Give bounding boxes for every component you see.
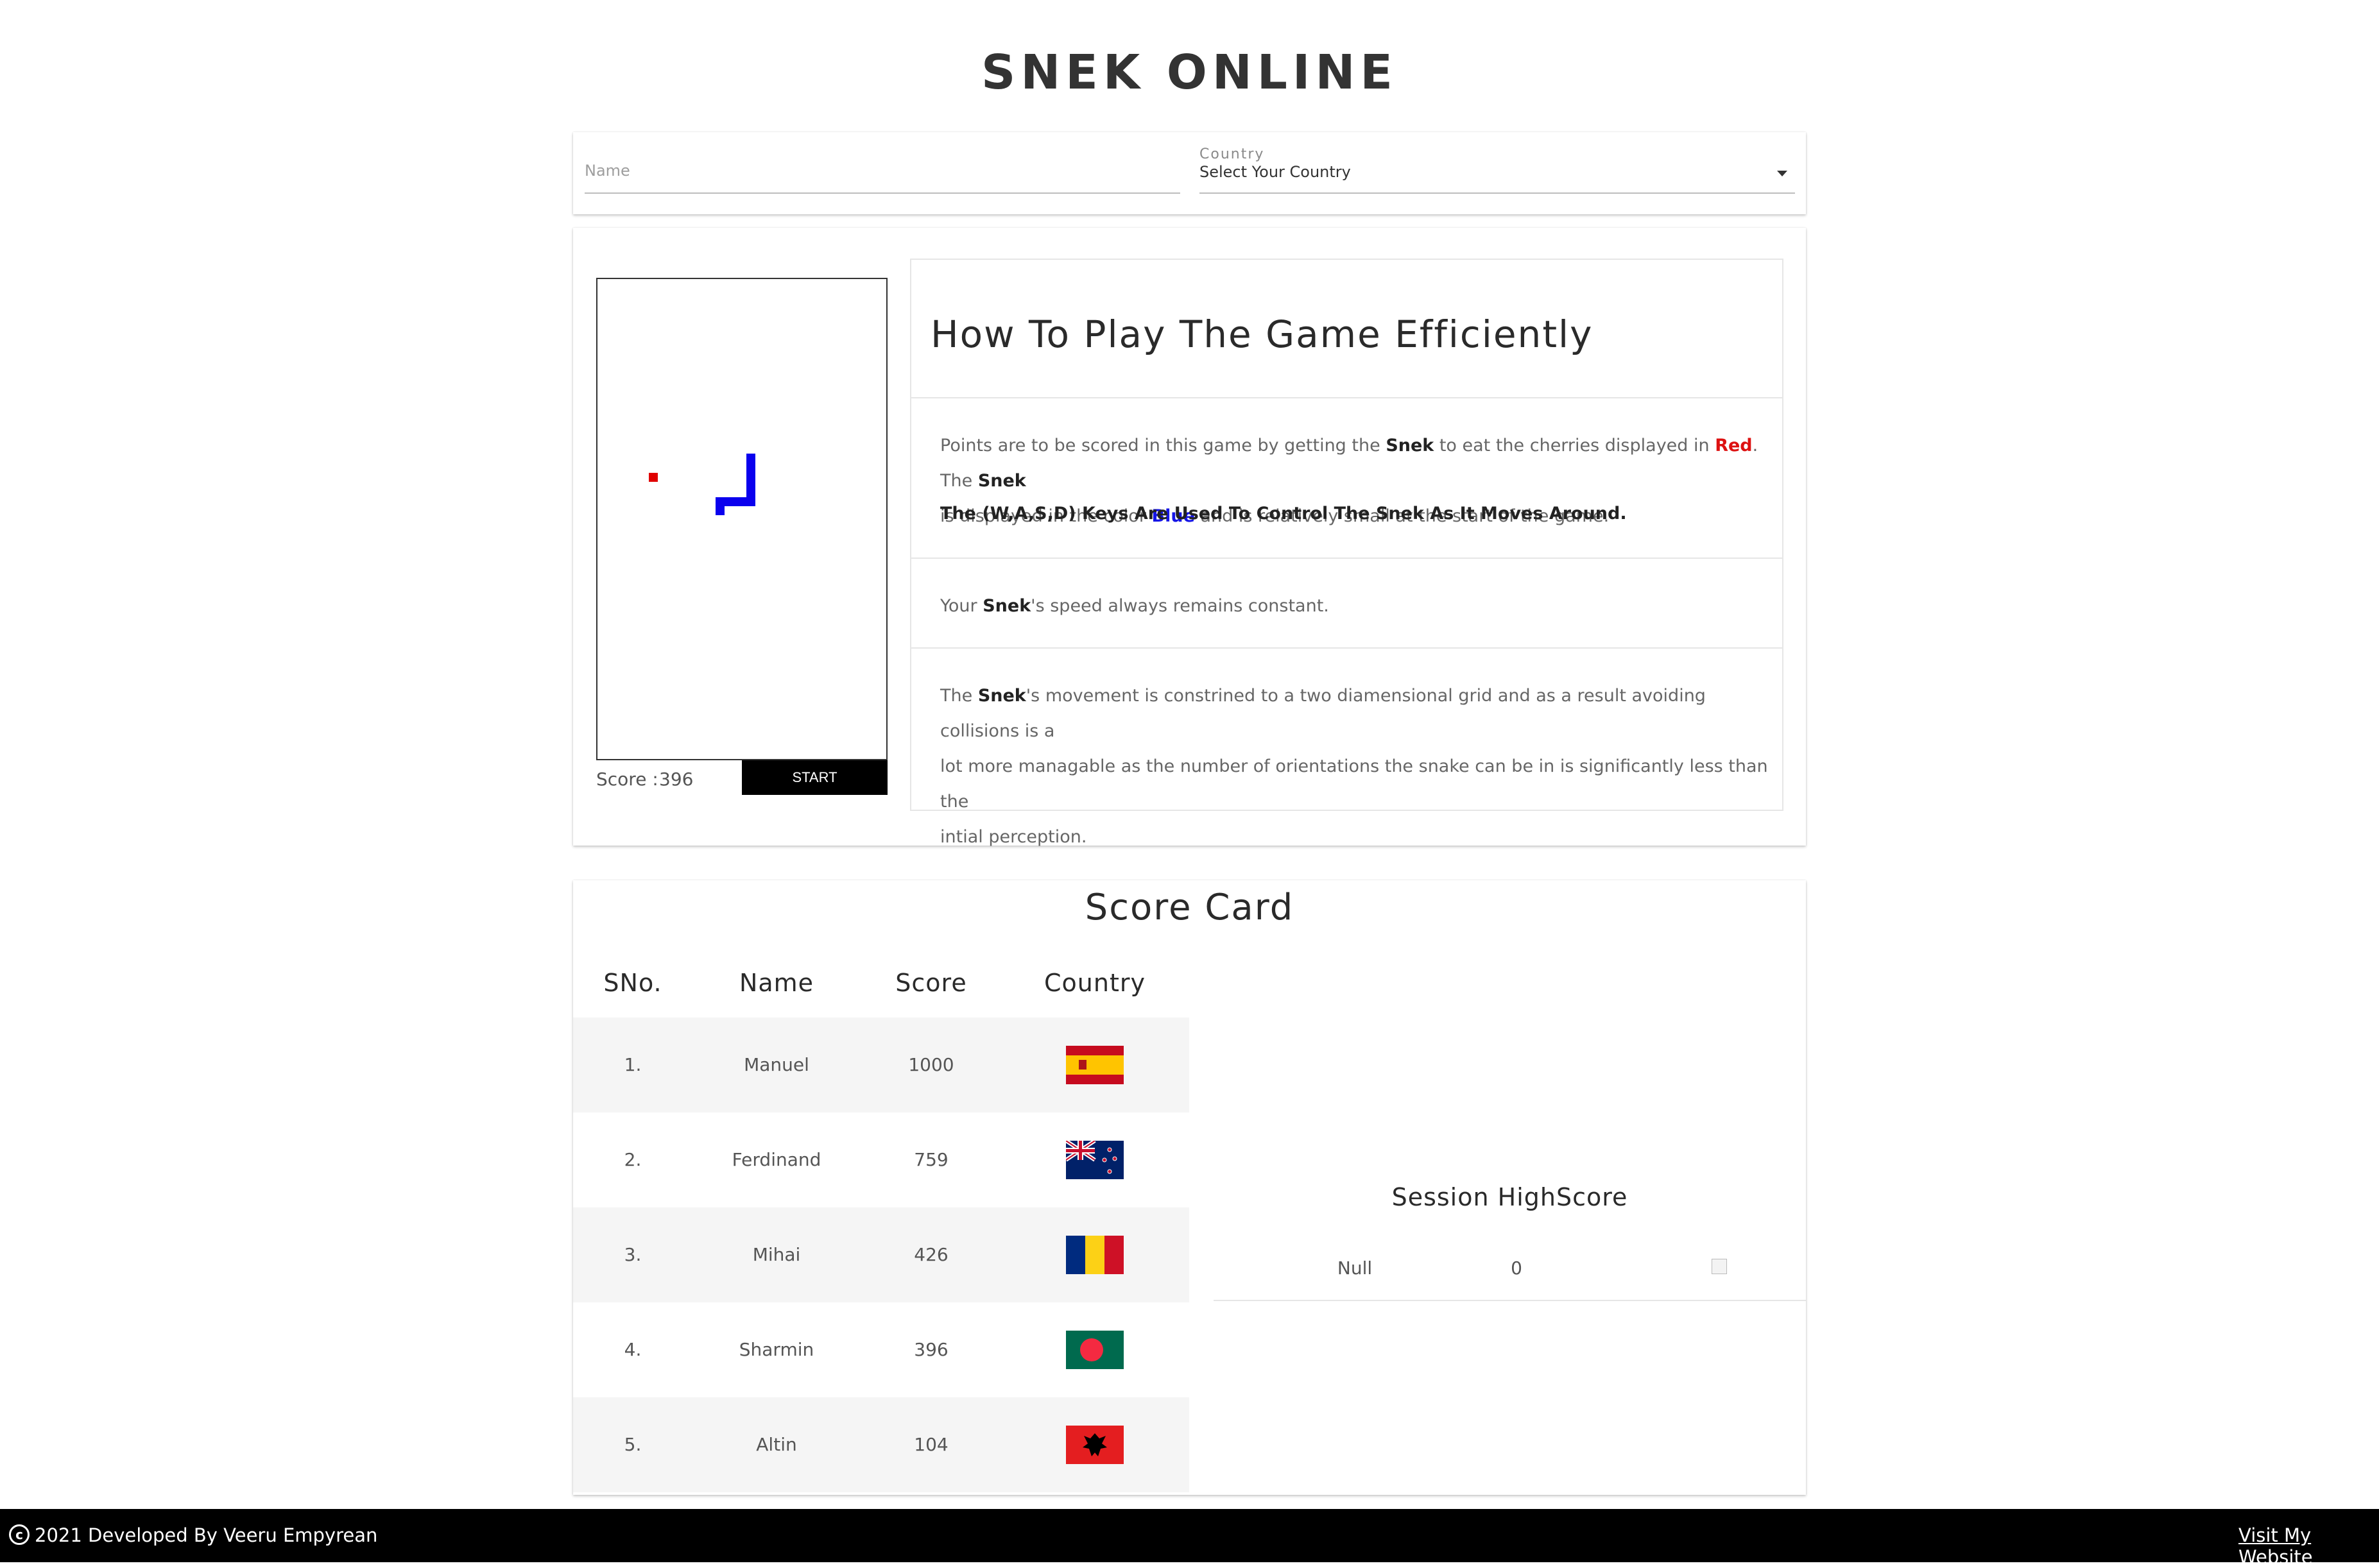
- column-header-country: Country: [1044, 969, 1146, 997]
- session-highscore-title: Session HighScore: [1391, 1183, 1628, 1211]
- table-row: 1. Manuel 1000: [573, 1018, 1189, 1112]
- score-card-title: Score Card: [1085, 887, 1294, 928]
- cherry: [649, 473, 658, 482]
- divider: [911, 647, 1782, 649]
- row-score: 426: [914, 1244, 949, 1265]
- table-row: 2. Ferdinand 759: [573, 1112, 1189, 1207]
- table-row: 3. Mihai 426: [573, 1207, 1189, 1302]
- visit-website-link[interactable]: Visit My Website: [2238, 1524, 2379, 1568]
- row-name: Sharmin: [739, 1339, 814, 1360]
- speed-note: Your Snek's speed always remains constan…: [940, 596, 1329, 616]
- score-card: Score Card SNo. Name Score Country 1. Ma…: [573, 880, 1806, 1495]
- spain-flag-icon: [1066, 1046, 1124, 1084]
- score-value: 396: [659, 769, 694, 790]
- game-board[interactable]: [596, 278, 888, 760]
- row-score: 104: [914, 1434, 949, 1455]
- row-sno: 5.: [624, 1434, 642, 1455]
- name-field[interactable]: Name: [585, 151, 1180, 196]
- row-name: Altin: [756, 1434, 797, 1455]
- movement-note: The Snek's movement is constrined to a t…: [940, 686, 1768, 847]
- start-button[interactable]: START: [742, 760, 888, 795]
- row-sno: 4.: [624, 1339, 642, 1360]
- row-sno: 1.: [624, 1054, 642, 1075]
- page-title: SNEK ONLINE: [981, 45, 1398, 100]
- table-row: 4. Sharmin 396: [573, 1302, 1189, 1397]
- name-field-underline: [585, 192, 1180, 194]
- row-score: 1000: [908, 1054, 954, 1075]
- row-name: Manuel: [744, 1054, 809, 1075]
- divider: [911, 558, 1782, 559]
- country-select-value[interactable]: Select Your Country: [1199, 163, 1351, 181]
- divider: [911, 397, 1782, 398]
- footer: c 2021 Developed By Veeru Empyrean Visit…: [0, 1509, 2379, 1568]
- red-keyword: Red: [1715, 436, 1753, 456]
- table-row: 5. Altin 104: [573, 1397, 1189, 1492]
- snake-segment: [716, 497, 725, 515]
- player-form-card: Name Country Select Your Country: [573, 132, 1806, 214]
- row-name: Ferdinand: [732, 1149, 821, 1170]
- country-select[interactable]: Country Select Your Country: [1199, 144, 1795, 196]
- country-field-underline: [1199, 192, 1795, 194]
- chevron-down-icon[interactable]: [1777, 171, 1787, 176]
- broken-image-icon: [1712, 1259, 1727, 1274]
- game-card: Score : 396 START How To Play The Game E…: [573, 228, 1806, 847]
- row-score: 396: [914, 1339, 949, 1360]
- session-highscore-score: 0: [1511, 1257, 1522, 1279]
- how-to-play-title: How To Play The Game Efficiently: [931, 312, 1593, 356]
- divider: [1214, 1300, 1806, 1301]
- romania-flag-icon: [1066, 1236, 1124, 1274]
- bangladesh-flag-icon: [1066, 1331, 1124, 1369]
- copyright-icon: c: [9, 1524, 30, 1545]
- new-zealand-flag-icon: [1066, 1141, 1124, 1179]
- column-header-score: Score: [895, 969, 967, 997]
- column-header-name: Name: [739, 969, 814, 997]
- country-label: Country: [1199, 146, 1265, 162]
- row-score: 759: [914, 1149, 949, 1170]
- footer-credit: 2021 Developed By Veeru Empyrean: [35, 1524, 378, 1546]
- score-label: Score :: [596, 769, 658, 790]
- row-name: Mihai: [752, 1244, 801, 1265]
- row-sno: 2.: [624, 1149, 642, 1170]
- controls-instruction: The (W,A,S,D) Keys Are Used To Control T…: [940, 504, 1627, 524]
- column-header-sno: SNo.: [603, 969, 662, 997]
- row-sno: 3.: [624, 1244, 642, 1265]
- how-to-play-panel: How To Play The Game Efficiently Points …: [910, 259, 1783, 847]
- name-input-placeholder[interactable]: Name: [585, 162, 630, 180]
- instructions-line-1: Points are to be scored in this game by …: [940, 436, 1758, 491]
- albania-flag-icon: [1066, 1426, 1124, 1464]
